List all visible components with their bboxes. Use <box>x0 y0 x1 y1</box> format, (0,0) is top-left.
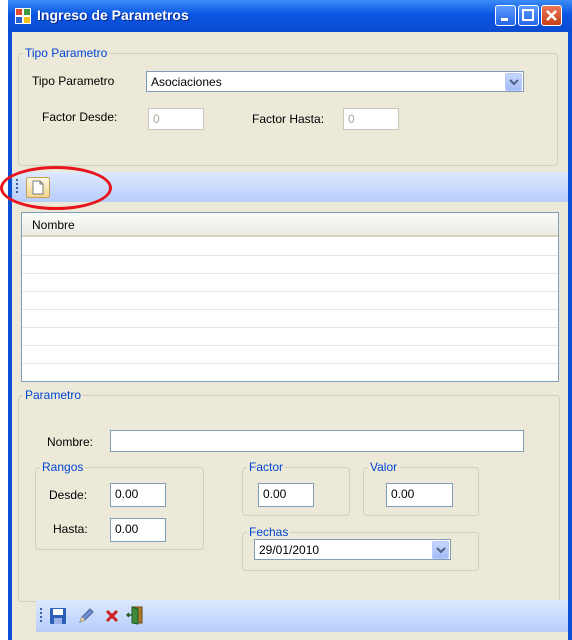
close-button[interactable] <box>541 5 562 26</box>
annotation-highlight-circle <box>0 166 112 210</box>
tipo-parametro-combo[interactable]: Asociaciones <box>146 71 524 92</box>
nombre-label: Nombre: <box>47 435 94 449</box>
fechas-legend: Fechas <box>249 525 289 539</box>
factor-desde-field[interactable]: 0 <box>148 108 204 130</box>
minimize-icon <box>501 18 508 21</box>
factor-legend: Factor <box>249 460 284 474</box>
close-icon <box>546 10 557 21</box>
grid-column-nombre[interactable]: Nombre <box>32 218 75 232</box>
parametros-grid[interactable]: Nombre <box>21 212 559 382</box>
tipo-parametro-dropdown-button[interactable] <box>505 73 522 91</box>
bottom-toolstrip <box>36 600 568 632</box>
desde-label: Desde: <box>49 488 88 502</box>
title-bar[interactable]: Ingreso de Parametros <box>8 0 572 32</box>
save-icon[interactable] <box>48 606 68 626</box>
edit-pencil-icon[interactable] <box>76 606 96 626</box>
bottom-toolstrip-grip[interactable] <box>40 608 42 624</box>
chevron-down-icon <box>509 79 519 86</box>
maximize-icon <box>522 9 534 21</box>
tipo-parametro-legend: Tipo Parametro <box>25 46 108 60</box>
window-title: Ingreso de Parametros <box>37 7 189 23</box>
app-window-icon <box>15 8 31 24</box>
tipo-parametro-group: Tipo Parametro <box>18 46 558 166</box>
factor-hasta-label: Factor Hasta: <box>252 112 325 126</box>
maximize-button[interactable] <box>518 5 539 26</box>
exit-door-icon[interactable] <box>126 605 146 625</box>
tipo-parametro-value: Asociaciones <box>151 75 222 89</box>
hasta-label: Hasta: <box>53 522 88 536</box>
grid-header: Nombre <box>22 213 558 237</box>
minimize-button[interactable] <box>495 5 516 26</box>
app-window: Ingreso de Parametros Tipo Parametro Tip… <box>8 0 572 640</box>
window-client-area: Tipo Parametro Tipo Parametro Asociacion… <box>12 32 568 640</box>
parametro-legend: Parametro <box>25 388 82 402</box>
fechas-date-picker[interactable]: 29/01/2010 <box>254 539 451 560</box>
fechas-value: 29/01/2010 <box>259 543 320 557</box>
valor-legend: Valor <box>370 460 398 474</box>
chevron-down-icon <box>436 547 446 554</box>
delete-x-icon[interactable] <box>102 606 122 626</box>
factor-hasta-field[interactable]: 0 <box>343 108 399 130</box>
hasta-field[interactable]: 0.00 <box>110 518 166 542</box>
tipo-parametro-label: Tipo Parametro <box>32 74 115 88</box>
valor-field[interactable]: 0.00 <box>386 483 453 507</box>
desde-field[interactable]: 0.00 <box>110 483 166 507</box>
factor-field[interactable]: 0.00 <box>258 483 314 507</box>
rangos-legend: Rangos <box>42 460 84 474</box>
factor-desde-label: Factor Desde: <box>42 110 118 124</box>
nombre-field[interactable] <box>110 430 524 452</box>
fechas-dropdown-button[interactable] <box>432 541 449 559</box>
